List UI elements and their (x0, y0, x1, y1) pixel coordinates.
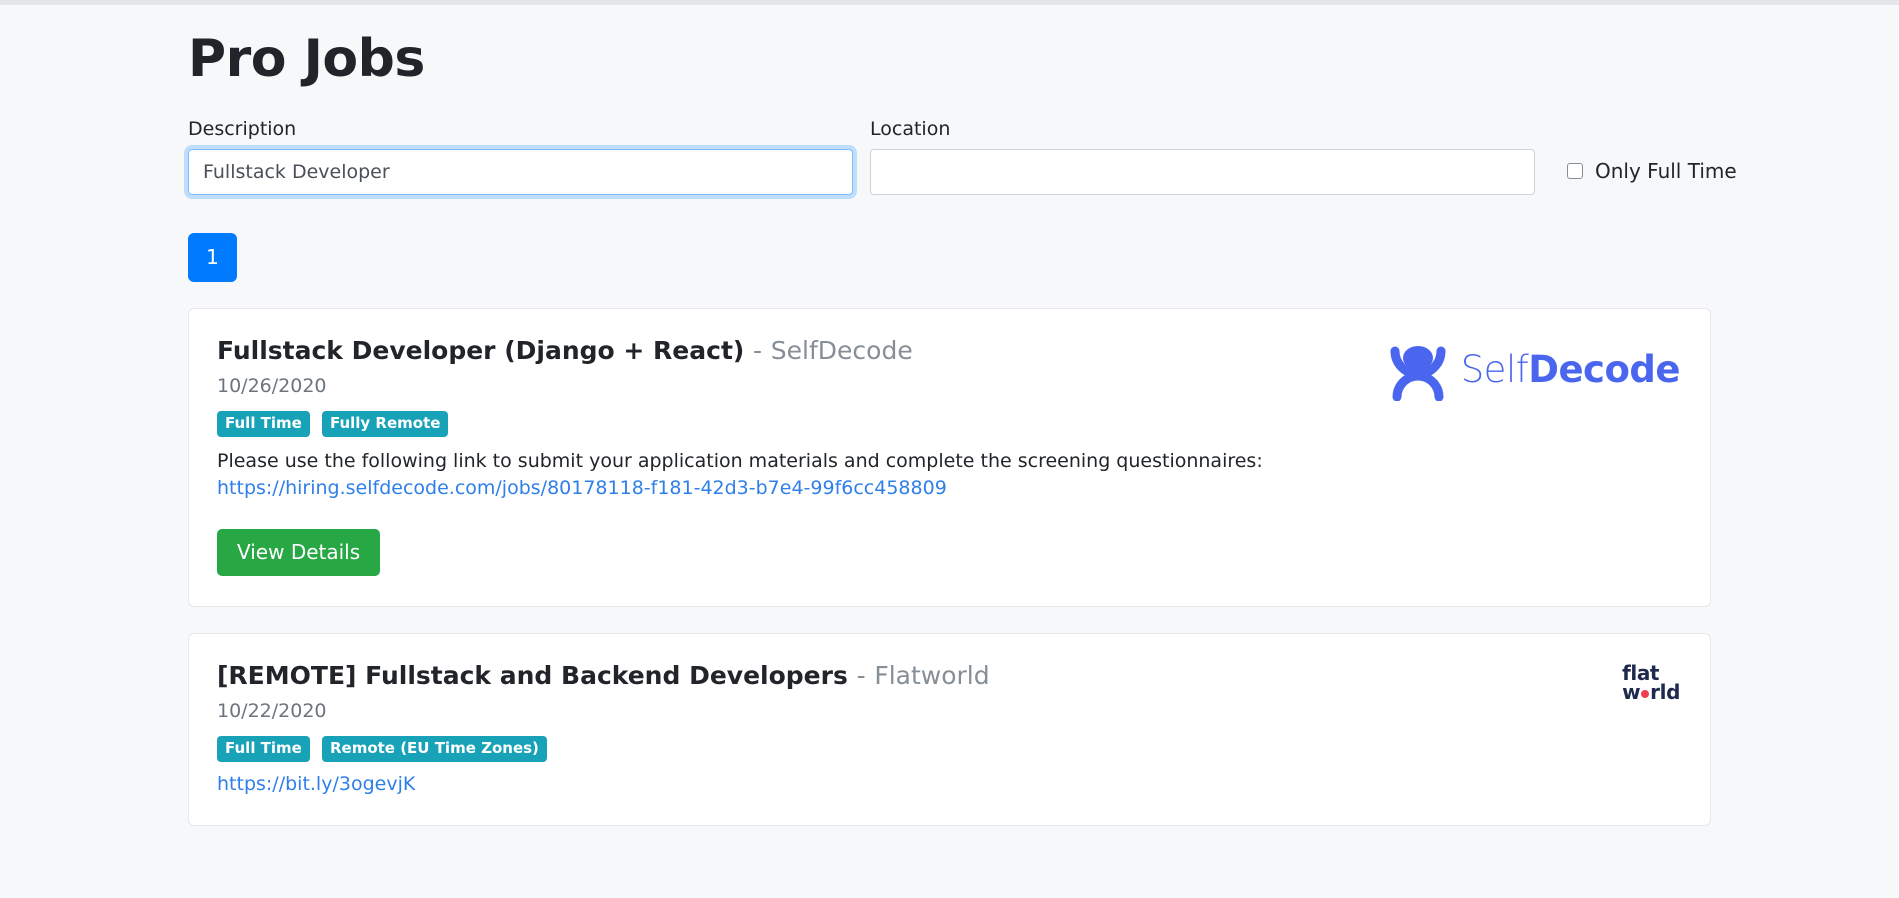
selfdecode-wordmark: SelfDecode (1460, 348, 1681, 392)
job-card-info: Fullstack Developer (Django + React) - S… (217, 335, 913, 437)
job-title-text: [REMOTE] Fullstack and Backend Developer… (217, 660, 848, 690)
job-date: 10/22/2020 (217, 700, 327, 723)
company-logo-selfdecode: SelfDecode (1387, 339, 1680, 401)
job-title-text: Fullstack Developer (Django + React) (217, 335, 745, 365)
only-full-time-checkbox[interactable] (1567, 162, 1583, 179)
top-browser-strip (0, 0, 1899, 5)
job-date: 10/26/2020 (217, 375, 327, 398)
flatworld-word-bottom-left: w (1622, 680, 1641, 705)
location-input[interactable] (870, 148, 1535, 195)
flatworld-word-bottom-right: rld (1650, 680, 1680, 705)
search-filter-bar: Description Location Only Full Time (188, 118, 1899, 195)
description-field-group: Description (188, 118, 853, 195)
pagination-page-1[interactable]: 1 (188, 232, 237, 282)
job-title-separator: - (753, 335, 763, 365)
status-badge: Full Time (217, 736, 310, 762)
flatworld-wordmark: flat w rld (1622, 663, 1680, 705)
page-container: Pro Jobs Description Location Only Full … (0, 29, 1899, 826)
status-badge: Full Time (217, 411, 310, 437)
job-card-info: [REMOTE] Fullstack and Backend Developer… (217, 660, 990, 795)
selfdecode-word-bold: Decode (1528, 348, 1680, 392)
job-card-header: Fullstack Developer (Django + React) - S… (217, 335, 1680, 437)
description-label: Description (188, 118, 297, 141)
location-label: Location (870, 118, 951, 141)
flatworld-dot-icon (1641, 689, 1650, 698)
company-logo-flatworld: flat w rld (1622, 663, 1680, 705)
job-badges: Full Time Fully Remote (217, 411, 913, 437)
job-card[interactable]: [REMOTE] Fullstack and Backend Developer… (188, 632, 1711, 826)
job-description-link[interactable]: https://bit.ly/3ogevjK (217, 773, 415, 795)
job-card-header: [REMOTE] Fullstack and Backend Developer… (217, 660, 1680, 795)
job-company: SelfDecode (770, 335, 913, 365)
job-card[interactable]: Fullstack Developer (Django + React) - S… (188, 307, 1711, 607)
job-description-link[interactable]: https://hiring.selfdecode.com/jobs/80178… (217, 477, 947, 499)
job-title-separator: - (856, 660, 866, 690)
job-title: [REMOTE] Fullstack and Backend Developer… (217, 660, 990, 691)
status-badge: Fully Remote (321, 411, 449, 437)
flatworld-word-bottom: w rld (1622, 680, 1680, 705)
job-title: Fullstack Developer (Django + React) - S… (217, 335, 913, 366)
description-input[interactable] (188, 148, 853, 195)
page-title: Pro Jobs (188, 29, 425, 89)
job-company: Flatworld (874, 660, 990, 690)
location-field-group: Location (870, 118, 1535, 195)
pagination: 1 (188, 232, 1899, 282)
job-description: Please use the following link to submit … (217, 448, 1422, 503)
only-full-time-label: Only Full Time (1595, 158, 1737, 183)
selfdecode-word-light: Self (1460, 348, 1529, 392)
status-badge: Remote (EU Time Zones) (321, 736, 547, 762)
job-description-text: Please use the following link to submit … (217, 449, 1263, 472)
selfdecode-figure-icon (1390, 345, 1446, 401)
job-badges: Full Time Remote (EU Time Zones) (217, 736, 990, 762)
view-details-button[interactable]: View Details (217, 528, 381, 576)
only-full-time-checkbox-group[interactable]: Only Full Time (1567, 159, 1737, 195)
